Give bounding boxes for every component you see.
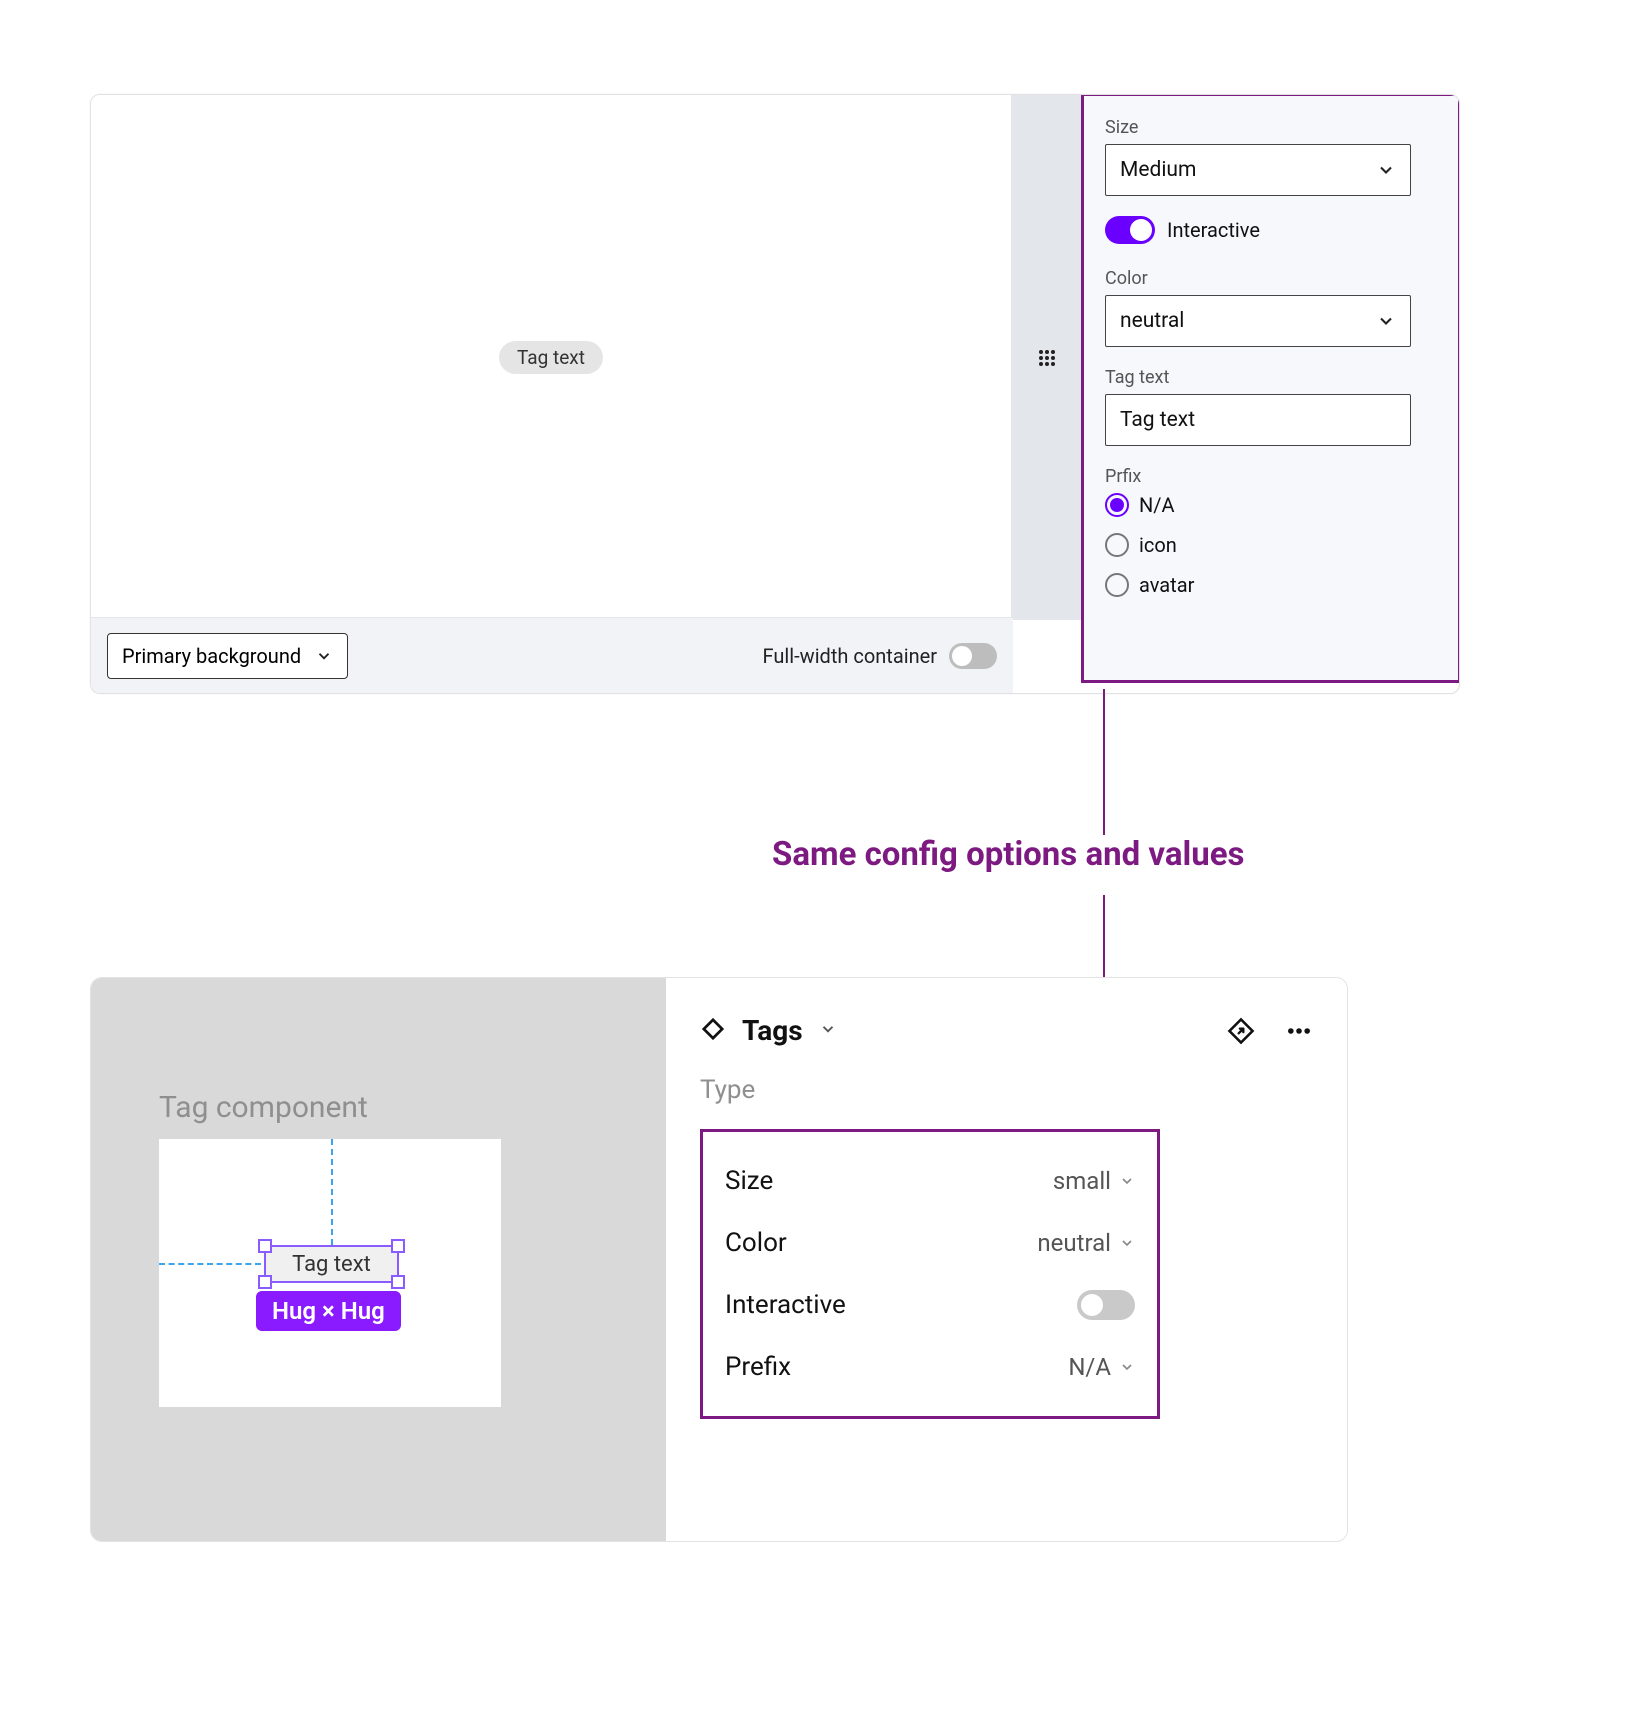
prefix-radio-icon[interactable]: icon: [1105, 533, 1439, 557]
preview-footer: Primary background Full-width container: [91, 617, 1013, 693]
prefix-option-label: avatar: [1139, 573, 1194, 597]
tagtext-input[interactable]: Tag text: [1105, 394, 1411, 446]
divider-handle[interactable]: [1011, 95, 1083, 620]
chevron-down-icon: [315, 647, 333, 665]
open-external-icon[interactable]: [1227, 1017, 1255, 1045]
fullwidth-toggle[interactable]: [949, 643, 997, 669]
prefix-option-label: N/A: [1139, 493, 1175, 517]
interactive-prop-label: Interactive: [725, 1290, 846, 1320]
size-label: Size: [1105, 117, 1439, 138]
selected-tag-component[interactable]: Tag text: [264, 1245, 399, 1283]
selection-handle[interactable]: [391, 1239, 405, 1253]
annotation-highlight-box: Size small Color neutral Interactive Pre…: [700, 1129, 1160, 1419]
background-select[interactable]: Primary background: [107, 633, 348, 679]
component-variant-icon: [700, 1016, 726, 1046]
prefix-prop-label: Prefix: [725, 1352, 791, 1382]
frame-title: Tag component: [159, 1090, 666, 1125]
color-prop-select[interactable]: neutral: [1037, 1229, 1135, 1257]
tagtext-label: Tag text: [1105, 367, 1439, 388]
color-label: Color: [1105, 268, 1439, 289]
annotation-connector: [1103, 689, 1105, 835]
color-prop-label: Color: [725, 1228, 787, 1258]
interactive-label: Interactive: [1167, 218, 1260, 242]
background-value: Primary background: [122, 644, 301, 668]
size-prop-value: small: [1053, 1167, 1111, 1195]
playground-panel: Tag text Size Medium Interactive Color n…: [90, 94, 1460, 694]
preview-tag: Tag text: [499, 341, 603, 374]
selection-handle[interactable]: [258, 1239, 272, 1253]
component-name: Tags: [742, 1014, 803, 1047]
chevron-down-icon: [1376, 311, 1396, 331]
selection-handle[interactable]: [391, 1275, 405, 1289]
prefix-prop-value: N/A: [1068, 1353, 1111, 1381]
color-prop-value: neutral: [1037, 1229, 1111, 1257]
size-value: Medium: [1120, 158, 1196, 182]
fullwidth-label: Full-width container: [763, 644, 937, 668]
prefix-radio-avatar[interactable]: avatar: [1105, 573, 1439, 597]
chevron-down-icon: [1376, 160, 1396, 180]
prefix-option-label: icon: [1139, 533, 1177, 557]
tagtext-value: Tag text: [1120, 408, 1195, 432]
alignment-guide-horizontal: [159, 1263, 261, 1265]
component-preview-canvas: Tag text: [91, 95, 1011, 620]
color-value: neutral: [1120, 309, 1184, 333]
prefix-radio-na[interactable]: N/A: [1105, 493, 1439, 517]
selection-handle[interactable]: [258, 1275, 272, 1289]
figma-panel: Tag component Tag text Hug × Hug Tags: [90, 977, 1348, 1542]
color-select[interactable]: neutral: [1105, 295, 1411, 347]
config-sidebar: Size Medium Interactive Color neutral Ta: [1083, 95, 1460, 683]
drag-handle-icon: [1035, 346, 1059, 370]
constraint-badge: Hug × Hug: [256, 1291, 401, 1331]
size-prop-label: Size: [725, 1166, 773, 1196]
selected-tag-text: Tag text: [292, 1252, 371, 1277]
chevron-down-icon[interactable]: [819, 1020, 837, 1042]
alignment-guide-vertical: [331, 1139, 333, 1245]
size-prop-select[interactable]: small: [1053, 1167, 1135, 1195]
type-section-label: Type: [700, 1075, 1313, 1105]
more-options-icon[interactable]: [1285, 1017, 1313, 1045]
figma-inspector: Tags Type Size small: [666, 978, 1347, 1541]
prefix-prop-select[interactable]: N/A: [1068, 1353, 1135, 1381]
prefix-label: Prfix: [1105, 466, 1439, 487]
interactive-prop-toggle[interactable]: [1077, 1290, 1135, 1320]
size-select[interactable]: Medium: [1105, 144, 1411, 196]
annotation-text: Same config options and values: [772, 835, 1245, 874]
design-frame[interactable]: Tag text Hug × Hug: [159, 1139, 501, 1407]
figma-canvas: Tag component Tag text Hug × Hug: [91, 978, 666, 1541]
interactive-toggle[interactable]: [1105, 216, 1155, 244]
